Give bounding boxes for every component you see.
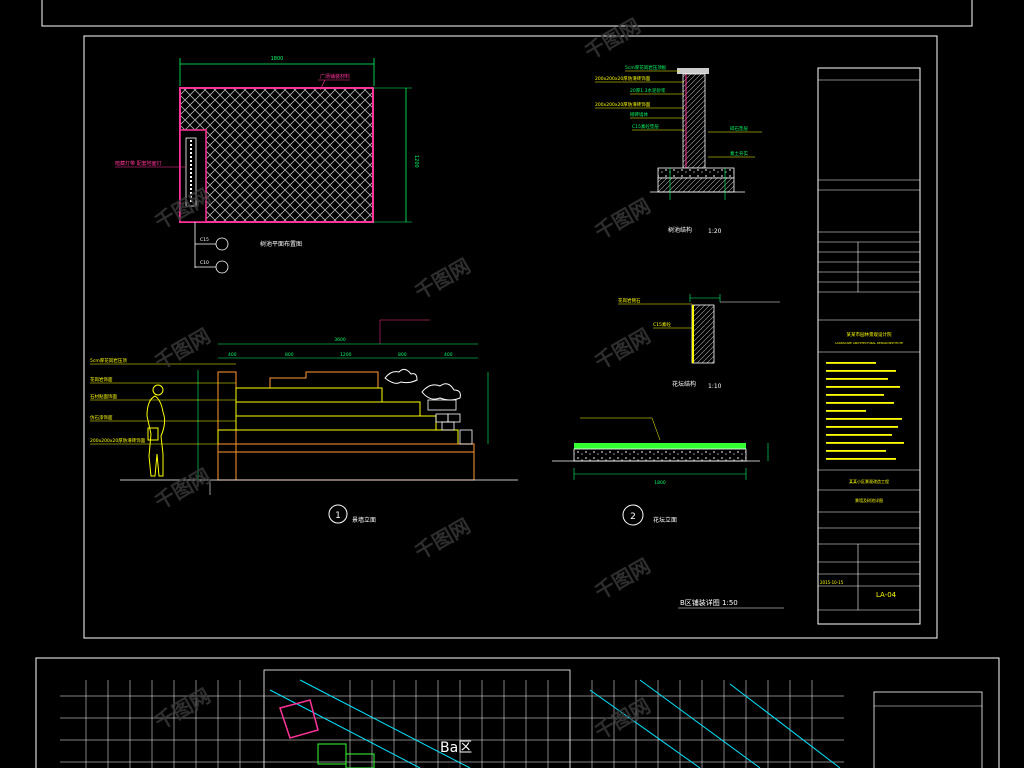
- sheet-label: B区铺装详图 1:50: [680, 598, 738, 607]
- design-notes: [826, 362, 904, 460]
- elevation-note: 200x200x20厚防滑砖饰面: [90, 437, 146, 444]
- plan-dim-top: 1800: [271, 56, 284, 62]
- plan-callout-1: C15: [200, 237, 209, 243]
- section-title: 树池结构: [668, 226, 692, 234]
- elevation-number: 1: [335, 511, 341, 521]
- section-note: C15素砼垫层: [632, 123, 659, 130]
- drawing-name: 景墙及树池详图: [855, 497, 883, 503]
- plan-side-note: 暗藏灯带 配套地面灯: [115, 160, 162, 167]
- company-name: 某某市园林景观设计院: [847, 331, 892, 338]
- zone-label: Ba区: [440, 740, 472, 756]
- cad-drawing-canvas: 1800 1200 广场铺装材料 暗藏灯带 配套地面灯 C15 C10 树池平面…: [35, 0, 1000, 768]
- curb-title: 花坛结构: [672, 380, 696, 388]
- company-name-en: LANDSCAPE ARCHITECTURAL DESIGN INSTITUTE: [835, 341, 903, 345]
- section-scale: 1:20: [708, 228, 722, 235]
- planter-elevation: 1800 2 花坛立面: [552, 417, 769, 526]
- plan-note: 广场铺装材料: [320, 73, 350, 80]
- planter-title: 花坛立面: [653, 516, 677, 524]
- watermark-text: 千图网: [591, 694, 655, 745]
- curb-note-1: 花岗岩侧石: [618, 297, 641, 304]
- watermark-text: 千图网: [591, 324, 655, 375]
- section-note: 200x200x20厚防滑砖饰面: [595, 101, 651, 108]
- title-block: 某某市园林景观设计院 LANDSCAPE ARCHITECTURAL DESIG…: [817, 67, 921, 625]
- drawing-number: LA-04: [876, 591, 897, 599]
- plan-view: 1800 1200 广场铺装材料 暗藏灯带 配套地面灯 C15 C10 树池平面…: [115, 56, 419, 274]
- elevation-dim: 400: [228, 352, 237, 358]
- section-note: 素土夯实: [730, 150, 748, 157]
- watermark-text: 千图网: [591, 554, 655, 605]
- plan-label: 树池平面布置图: [260, 240, 302, 248]
- section-note: 200x200x20厚防滑砖饰面: [595, 75, 651, 82]
- plan-callout-c15: [215, 237, 229, 251]
- section-note: 5cm厚花岗岩压顶板: [625, 64, 667, 71]
- elevation-note: 仿石漆饰面: [90, 414, 113, 421]
- section-notes: 5cm厚花岗岩压顶板 200x200x20厚防滑砖饰面 200x200x20厚防…: [595, 64, 762, 158]
- top-sheet-frame: [41, 0, 973, 27]
- watermark-text: 千图网: [151, 324, 215, 375]
- human-figure-icon: [146, 384, 166, 477]
- planter-number: 2: [630, 512, 636, 522]
- watermark-text: 千图网: [151, 684, 215, 735]
- elevation-dim: 400: [444, 352, 453, 358]
- plan-callout-2: C10: [200, 260, 209, 266]
- curb-scale: 1:10: [708, 383, 722, 390]
- section-note: 砌砖墙体: [630, 111, 648, 118]
- watermark-text: 千图网: [591, 194, 655, 245]
- elevation-note: 花岗岩饰面: [90, 376, 113, 383]
- elevation-title: 景墙立面: [352, 516, 376, 524]
- project-name: 某某小区景观改造工程: [849, 478, 889, 484]
- planter-dim: 1800: [654, 480, 666, 486]
- watermark-text: 千图网: [151, 464, 215, 515]
- elevation-total: 3600: [334, 337, 346, 343]
- plan-callout-c10: [215, 260, 229, 274]
- elevation-note: 5cm厚花岗岩压顶: [90, 357, 127, 364]
- section-note: 碎石垫层: [730, 125, 748, 132]
- elevation-dim: 1200: [340, 352, 352, 358]
- section-note: 20厚1:3水泥砂浆: [630, 87, 666, 94]
- elevation-note: 石材贴面饰面: [90, 393, 117, 400]
- plan-dim-side: 1200: [413, 155, 419, 168]
- elevation-dim: 800: [398, 352, 407, 358]
- curb-note-2: C15素砼: [653, 321, 671, 328]
- drawing-date: 2015-10-15: [820, 580, 844, 585]
- watermark-text: 千图网: [581, 14, 645, 65]
- elevation-dim: 800: [285, 352, 294, 358]
- watermark-text: 千图网: [411, 514, 475, 565]
- watermark-text: 千图网: [411, 254, 475, 305]
